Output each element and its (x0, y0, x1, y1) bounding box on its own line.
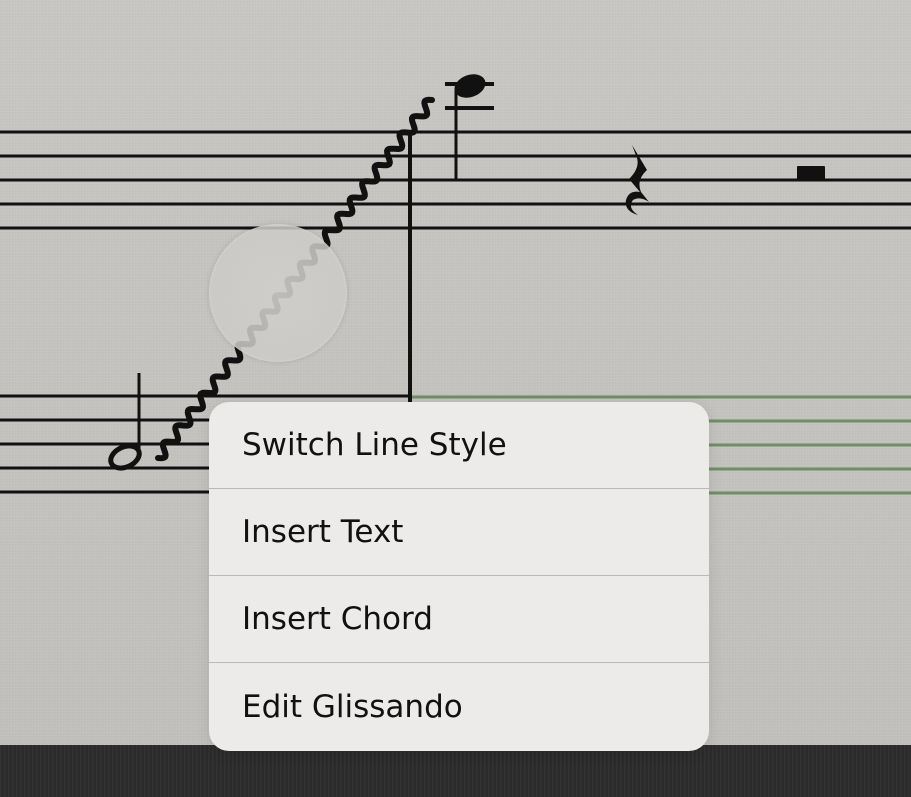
menu-item-label: Insert Chord (242, 601, 433, 637)
edit-glissando-menu-item[interactable]: Edit Glissando (209, 663, 709, 751)
high-note[interactable] (445, 70, 494, 180)
score-editor-screen: Switch Line Style Insert Text Insert Cho… (0, 0, 911, 797)
insert-text-menu-item[interactable]: Insert Text (209, 489, 709, 576)
context-menu: Switch Line Style Insert Text Insert Cho… (209, 402, 709, 751)
insert-chord-menu-item[interactable]: Insert Chord (209, 576, 709, 663)
whole-rest[interactable] (797, 166, 825, 181)
half-note[interactable] (107, 373, 143, 472)
bottom-toolbar (0, 745, 911, 797)
menu-item-label: Switch Line Style (242, 427, 507, 463)
menu-item-label: Edit Glissando (242, 689, 463, 725)
touch-indicator (209, 224, 347, 362)
menu-item-label: Insert Text (242, 514, 404, 550)
switch-line-style-menu-item[interactable]: Switch Line Style (209, 402, 709, 489)
